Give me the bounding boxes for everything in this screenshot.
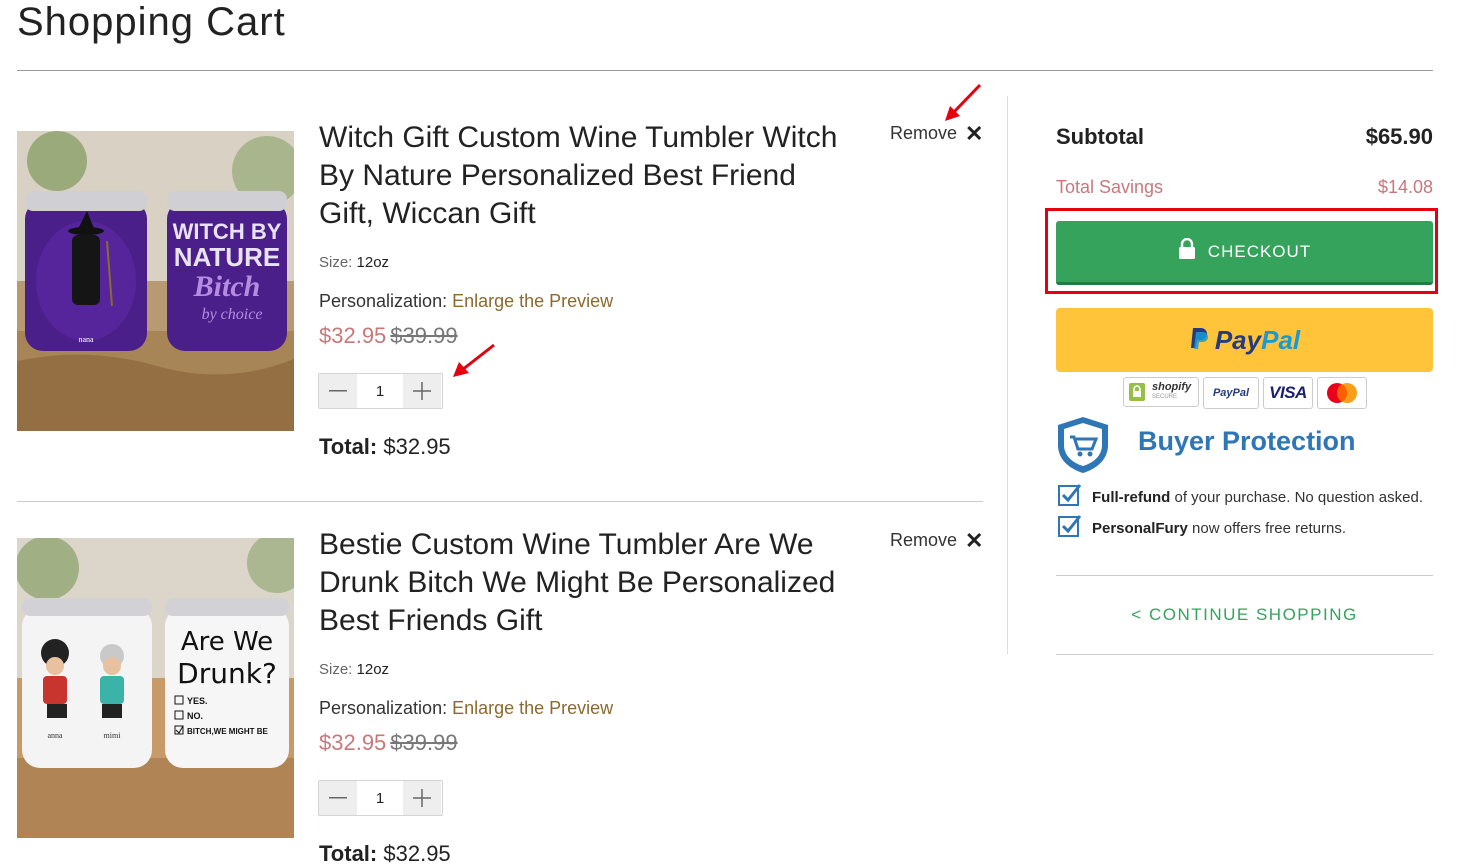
price-line: $32.95 $39.99 — [319, 323, 458, 349]
plus-icon[interactable] — [403, 374, 441, 408]
header-divider — [17, 70, 1433, 71]
product-image-bestie-tumbler[interactable]: anna mimi Are We Drunk? YES. NO. BITCH,W… — [17, 538, 294, 838]
size-value: 12oz — [356, 661, 390, 678]
annotation-arrow-icon — [942, 82, 984, 129]
total-savings-value: $14.08 — [1377, 177, 1433, 197]
protection-line: Full-refund of your purchase. No questio… — [1058, 483, 1423, 511]
shield-cart-icon — [1056, 415, 1110, 480]
paypal-wordmark: PayPal — [1214, 324, 1301, 355]
svg-text:NATURE: NATURE — [174, 242, 280, 272]
personalization-line: Personalization: Enlarge the Preview — [319, 698, 614, 718]
svg-text:NO.: NO. — [187, 711, 203, 721]
svg-text:Are We: Are We — [181, 627, 273, 657]
svg-text:by choice: by choice — [202, 306, 263, 323]
summary-divider — [1056, 654, 1433, 655]
close-icon: ✕ — [965, 527, 984, 553]
lock-icon — [1178, 237, 1196, 265]
svg-text:anna: anna — [47, 731, 63, 740]
svg-text:Drunk?: Drunk? — [177, 657, 277, 690]
item-total-value: $32.95 — [383, 841, 451, 866]
svg-text:Bitch: Bitch — [193, 270, 261, 303]
summary-divider — [1056, 575, 1433, 576]
quantity-stepper[interactable]: 1 — [318, 780, 443, 816]
plus-icon[interactable] — [403, 781, 441, 815]
quantity-input[interactable]: 1 — [357, 374, 403, 408]
total-savings-label: Total Savings — [1056, 177, 1164, 197]
page-title: Shopping Cart — [17, 0, 286, 44]
sale-price: $32.95 — [319, 323, 387, 348]
svg-text:WITCH BY: WITCH BY — [173, 219, 282, 244]
item-total: Total: $32.95 — [319, 841, 451, 866]
product-title[interactable]: Witch Gift Custom Wine Tumbler Witch By … — [319, 119, 859, 233]
protection-line: PersonalFury now offers free returns. — [1058, 514, 1346, 542]
remove-button[interactable]: Remove ✕ — [890, 527, 984, 553]
checkout-button[interactable]: CHECKOUT — [1056, 221, 1433, 285]
checkout-label: CHECKOUT — [1207, 241, 1312, 261]
payment-badges: shopify SECURE PayPal VISA — [1123, 377, 1367, 409]
personalization-line: Personalization: Enlarge the Preview — [319, 291, 614, 311]
item-total: Total: $32.95 — [319, 434, 451, 459]
size-value: 12oz — [356, 254, 390, 271]
tumbler-name-text: nana — [78, 335, 94, 344]
svg-text:BITCH,WE MIGHT BE: BITCH,WE MIGHT BE — [187, 727, 269, 736]
shopify-secure-badge: shopify SECURE — [1123, 377, 1199, 407]
enlarge-preview-link[interactable]: Enlarge the Preview — [452, 291, 613, 311]
minus-icon[interactable] — [319, 781, 357, 815]
subtotal-value: $65.90 — [1365, 124, 1433, 149]
checkbox-checked-icon — [1058, 483, 1082, 511]
svg-text:YES.: YES. — [187, 696, 208, 706]
quantity-input[interactable]: 1 — [357, 781, 403, 815]
annotation-arrow-icon — [450, 342, 498, 385]
quantity-stepper[interactable]: 1 — [318, 373, 443, 409]
item-total-value: $32.95 — [383, 434, 451, 459]
paypal-badge: PayPal — [1203, 377, 1259, 409]
mastercard-badge — [1317, 377, 1367, 409]
continue-shopping-link[interactable]: < CONTINUE SHOPPING — [1056, 605, 1433, 625]
size-line: Size: 12oz — [319, 661, 390, 678]
shopify-lock-icon — [1129, 383, 1145, 401]
paypal-logo-icon — [1189, 326, 1209, 355]
subtotal-label: Subtotal — [1056, 124, 1144, 149]
sale-price: $32.95 — [319, 730, 387, 755]
minus-icon[interactable] — [319, 374, 357, 408]
original-price: $39.99 — [390, 323, 458, 348]
price-line: $32.95 $39.99 — [319, 730, 458, 756]
visa-badge: VISA — [1263, 377, 1313, 409]
size-line: Size: 12oz — [319, 254, 390, 271]
checkbox-checked-icon — [1058, 514, 1082, 542]
item-divider — [17, 501, 983, 502]
enlarge-preview-link[interactable]: Enlarge the Preview — [452, 698, 613, 718]
product-title[interactable]: Bestie Custom Wine Tumbler Are We Drunk … — [319, 526, 859, 640]
product-image-witch-tumbler[interactable]: nana WITCH BY NATURE Bitch by choice — [17, 131, 294, 431]
svg-text:mimi: mimi — [104, 731, 122, 740]
paypal-button[interactable]: PayPal — [1056, 308, 1433, 372]
buyer-protection-title: Buyer Protection — [1138, 426, 1356, 456]
column-divider — [1007, 96, 1008, 654]
original-price: $39.99 — [390, 730, 458, 755]
remove-label: Remove — [890, 530, 958, 550]
